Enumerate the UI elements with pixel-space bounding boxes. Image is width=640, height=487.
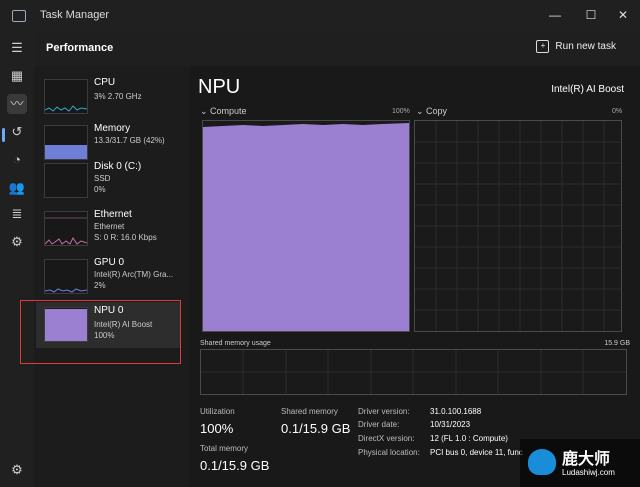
- settings-icon[interactable]: ⚙: [7, 460, 27, 480]
- page-title: Performance: [46, 42, 114, 54]
- cpu-sparkline: [45, 105, 87, 112]
- resource-name: Memory: [94, 123, 131, 134]
- run-task-icon: +: [536, 40, 550, 53]
- ethernet-thumbnail: [44, 211, 88, 246]
- shared-memory-label: Shared memory: [281, 407, 338, 416]
- copy-percent: 0%: [612, 108, 623, 115]
- shared-memory-max: 15.9 GB: [604, 340, 630, 347]
- processes-icon[interactable]: ▦: [7, 66, 27, 86]
- app-history-icon[interactable]: ↺: [7, 122, 27, 142]
- shared-memory-graph-label: Shared memory usage: [200, 340, 271, 347]
- directx-version-label: DirectX version:: [358, 434, 415, 443]
- minimize-button[interactable]: —: [538, 4, 572, 26]
- performance-icon[interactable]: 〰: [7, 94, 27, 114]
- resource-usage: 2%: [94, 281, 106, 290]
- physical-location-label: Physical location:: [358, 448, 420, 457]
- device-title: NPU: [198, 76, 241, 98]
- ethernet-sparkline: [45, 217, 87, 245]
- resource-detail: 13.3/31.7 GB (42%): [94, 136, 165, 145]
- copy-grid: [415, 121, 621, 331]
- resource-detail: SSD: [94, 174, 111, 183]
- compute-graph: [202, 120, 410, 332]
- resource-item-cpu[interactable]: CPU 3% 2.70 GHz: [36, 74, 180, 120]
- utilization-label: Utilization: [200, 407, 235, 416]
- close-button[interactable]: ✕: [606, 4, 640, 26]
- resource-item-disk[interactable]: Disk 0 (C:) SSD 0%: [36, 158, 180, 204]
- resource-item-gpu[interactable]: GPU 0 Intel(R) Arc(TM) Gra... 2%: [36, 254, 180, 300]
- cpu-thumbnail: [44, 79, 88, 114]
- disk-thumbnail: [44, 163, 88, 198]
- driver-date-value: 10/31/2023: [430, 420, 471, 429]
- title-bar: Task Manager — ☐ ✕: [0, 0, 640, 32]
- services-icon[interactable]: ⚙: [7, 232, 27, 252]
- watermark: 鹿大师 Ludashiwj.com: [520, 439, 640, 487]
- run-new-task-button[interactable]: + Run new task: [536, 40, 616, 53]
- utilization-value: 100%: [200, 421, 234, 436]
- task-manager-icon: [12, 10, 26, 22]
- ludashi-logo-icon: [528, 449, 556, 475]
- resource-detail: Ethernet: [94, 222, 125, 231]
- gpu-sparkline: [45, 288, 87, 293]
- shared-memory-graph: [200, 349, 627, 395]
- physical-location-value: PCI bus 0, device 11, func: [430, 448, 523, 457]
- highlight-box: [20, 300, 181, 364]
- resource-usage: S: 0 R: 16.0 Kbps: [94, 233, 157, 242]
- window-title: Task Manager: [40, 9, 110, 21]
- resource-detail: Intel(R) Arc(TM) Gra...: [94, 270, 174, 279]
- total-memory-label: Total memory: [200, 444, 249, 453]
- directx-version-value: 12 (FL 1.0 : Compute): [430, 434, 508, 443]
- resource-usage: 0%: [94, 185, 106, 194]
- shared-memory-grid: [201, 350, 626, 394]
- total-memory-value: 0.1/15.9 GB: [200, 458, 270, 473]
- navigation-rail: ☰ ▦ 〰 ↺ ◔ 👥 ≣ ⚙ ⚙: [0, 32, 34, 487]
- maximize-button[interactable]: ☐: [574, 4, 608, 26]
- startup-apps-icon[interactable]: ◔: [7, 150, 27, 170]
- resource-detail: 3% 2.70 GHz: [94, 92, 142, 101]
- copy-graph: [414, 120, 622, 332]
- copy-graph-label[interactable]: ⌄ Copy: [416, 106, 447, 117]
- menu-icon[interactable]: ☰: [7, 38, 27, 58]
- shared-memory-value: 0.1/15.9 GB: [281, 421, 351, 436]
- resource-name: CPU: [94, 77, 116, 88]
- watermark-url: Ludashiwj.com: [562, 468, 615, 477]
- driver-version-label: Driver version:: [358, 407, 410, 416]
- driver-date-label: Driver date:: [358, 420, 400, 429]
- resource-name: Disk 0 (C:): [94, 161, 142, 172]
- details-icon[interactable]: ≣: [7, 204, 27, 224]
- compute-graph-label[interactable]: ⌄ Compute: [200, 106, 247, 117]
- device-model: Intel(R) AI Boost: [551, 84, 624, 95]
- compute-graph-area: [203, 123, 409, 331]
- compute-percent: 100%: [392, 108, 410, 115]
- resource-name: Ethernet: [94, 209, 132, 220]
- active-indicator: [2, 128, 5, 142]
- watermark-text: 鹿大师: [562, 451, 611, 468]
- detail-pane: NPU Intel(R) AI Boost ⌄ Compute 100% ⌄ C…: [190, 66, 640, 487]
- page-header: Performance + Run new task: [34, 32, 640, 66]
- run-new-task-label: Run new task: [555, 41, 616, 52]
- resource-item-ethernet[interactable]: Ethernet Ethernet S: 0 R: 16.0 Kbps: [36, 206, 180, 252]
- memory-fill: [45, 145, 87, 159]
- gpu-thumbnail: [44, 259, 88, 294]
- driver-version-value: 31.0.100.1688: [430, 407, 482, 416]
- users-icon[interactable]: 👥: [7, 178, 27, 198]
- resource-list: CPU 3% 2.70 GHz Memory 13.3/31.7 GB (42%…: [34, 66, 184, 487]
- resource-name: GPU 0: [94, 257, 125, 268]
- memory-thumbnail: [44, 125, 88, 160]
